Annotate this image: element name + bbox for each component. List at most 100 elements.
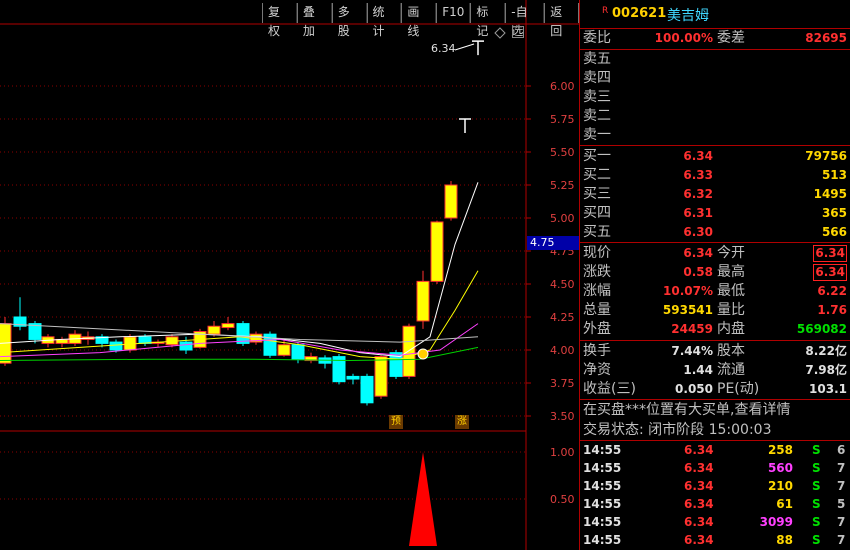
diamond-icon[interactable] xyxy=(494,27,506,39)
weibi-value: 100.00% xyxy=(654,31,713,45)
quote-row: 涨幅 10.07% 最低 6.22 xyxy=(580,282,850,301)
fund-label: 流通 xyxy=(717,362,745,378)
badge-yu[interactable]: 预 xyxy=(389,415,403,429)
tick-price: 6.34 xyxy=(684,515,714,529)
statistics-button[interactable]: 统计 xyxy=(366,3,402,38)
high-price-label: 6.34 xyxy=(431,42,456,55)
overlay-button[interactable]: 叠加 xyxy=(296,3,332,38)
signal-marker xyxy=(417,348,429,360)
kline-chart[interactable]: 6.00 5.75 5.50 5.25 5.00 4.75 4.50 4.25 4.00 3.75… xyxy=(0,0,579,550)
tick-side: S xyxy=(812,461,821,475)
fund-label: 收益(三) xyxy=(583,381,636,397)
divider xyxy=(580,399,850,400)
tick-count: 7 xyxy=(837,533,846,547)
tick-count: 5 xyxy=(837,497,846,511)
tick-row: 14:55 6.34 560 S 7 xyxy=(580,459,850,478)
quote-value: 0.58 xyxy=(683,265,713,279)
candle-up xyxy=(444,184,458,219)
fuquan-button[interactable]: 复权 xyxy=(262,3,297,38)
fund-value: 1.44 xyxy=(683,363,713,377)
tick-time: 14:55 xyxy=(583,515,622,529)
quote-value: 6.34 xyxy=(813,264,847,281)
buy-row[interactable]: 买二 6.33 513 xyxy=(580,166,850,185)
divider xyxy=(580,340,850,341)
candle-down xyxy=(109,341,123,351)
kline-chart-area[interactable]: 6.00 5.75 5.50 5.25 5.00 4.75 4.50 4.25 4.00 3.75… xyxy=(0,0,580,550)
sell-row[interactable]: 卖五 xyxy=(580,50,850,69)
tick-row: 14:55 6.34 61 S 5 xyxy=(580,495,850,514)
current-price-tag: 4.75 xyxy=(527,236,579,250)
multi-stock-button[interactable]: 多股 xyxy=(331,3,367,38)
tick-time: 14:55 xyxy=(583,533,622,547)
big-order-notice[interactable]: 在买盘***位置有大买单,查看详情 xyxy=(580,401,850,420)
y-tick-label: 5.50 xyxy=(550,146,575,159)
y-tick-label: 4.50 xyxy=(550,278,575,291)
tick-price: 6.34 xyxy=(684,479,714,493)
buy-row[interactable]: 买一 6.34 79756 xyxy=(580,147,850,166)
y-tick-label: 5.00 xyxy=(550,212,575,225)
sell-row[interactable]: 卖二 xyxy=(580,107,850,126)
tick-price: 6.34 xyxy=(684,443,714,457)
tick-count: 7 xyxy=(837,515,846,529)
buy-volume: 79756 xyxy=(805,149,847,163)
stock-code[interactable]: 002621 xyxy=(612,6,666,21)
buy-label: 买一 xyxy=(583,148,611,164)
quote-value: 10.07% xyxy=(663,284,713,298)
buy-volume: 513 xyxy=(821,168,847,182)
f10-button[interactable]: F10 xyxy=(436,3,471,23)
tick-count: 7 xyxy=(837,479,846,493)
fund-row: 收益(三) 0.050 PE(动) 103.1 xyxy=(580,380,850,399)
sell-label: 卖二 xyxy=(583,108,611,124)
buy-row[interactable]: 买四 6.31 365 xyxy=(580,204,850,223)
volume-tick-label: 1.00 xyxy=(550,446,575,459)
divider xyxy=(580,242,850,243)
draw-line-button[interactable]: 画线 xyxy=(401,3,437,38)
quote-value: 6.34 xyxy=(813,245,847,262)
tick-count: 6 xyxy=(837,443,846,457)
tick-volume: 258 xyxy=(767,443,793,457)
candle-down xyxy=(236,323,250,344)
quote-label: 涨跌 xyxy=(583,264,611,280)
quote-label: 涨幅 xyxy=(583,283,611,299)
remove-watchlist-button[interactable]: -自选 xyxy=(505,3,545,38)
notice-text: 在买盘***位置有大买单,查看详情 xyxy=(583,402,791,418)
fund-value: 103.1 xyxy=(809,382,847,396)
stock-name[interactable]: 美吉姆 xyxy=(667,5,709,25)
y-tick-label: 4.25 xyxy=(550,311,575,324)
buy-label: 买五 xyxy=(583,224,611,240)
window-toggle-icon[interactable] xyxy=(512,26,524,38)
candle-up xyxy=(430,221,444,282)
quote-value: 569082 xyxy=(796,322,847,336)
fund-value: 7.98亿 xyxy=(805,363,847,377)
tick-time: 14:55 xyxy=(583,443,622,457)
buy-price: 6.34 xyxy=(683,149,713,163)
fund-row: 净资 1.44 流通 7.98亿 xyxy=(580,361,850,380)
quote-row: 总量 593541 量比 1.76 xyxy=(580,301,850,320)
buy-price: 6.30 xyxy=(683,225,713,239)
mark-button[interactable]: 标记 xyxy=(470,3,506,38)
sell-row[interactable]: 卖一 xyxy=(580,126,850,145)
tick-volume: 88 xyxy=(776,533,793,547)
weicha-value: 82695 xyxy=(805,31,847,45)
badge-zhang[interactable]: 涨 xyxy=(455,415,469,429)
quote-row: 涨跌 0.58 最高 6.34 xyxy=(580,263,850,282)
sell-row[interactable]: 卖三 xyxy=(580,88,850,107)
candle-up xyxy=(402,325,416,377)
fund-label: 换手 xyxy=(583,343,611,359)
stock-title-row: R 002621 美吉姆 xyxy=(580,0,850,29)
buy-row[interactable]: 买三 6.32 1495 xyxy=(580,185,850,204)
buy-row[interactable]: 买五 6.30 566 xyxy=(580,223,850,242)
tick-row: 14:55 6.34 88 S 7 xyxy=(580,531,850,550)
quote-label: 总量 xyxy=(583,302,611,318)
quote-label: 内盘 xyxy=(717,321,745,337)
quote-label: 最低 xyxy=(717,283,745,299)
sell-row[interactable]: 卖四 xyxy=(580,69,850,88)
weibi-label: 委比 xyxy=(583,30,611,46)
back-button[interactable]: 返回 xyxy=(544,3,580,38)
candle-down xyxy=(360,375,374,404)
sell-label: 卖三 xyxy=(583,89,611,105)
tick-row: 14:55 6.34 258 S 6 xyxy=(580,441,850,460)
y-tick-label: 4.00 xyxy=(550,344,575,357)
tick-price: 6.34 xyxy=(684,461,714,475)
tick-volume: 210 xyxy=(767,479,793,493)
